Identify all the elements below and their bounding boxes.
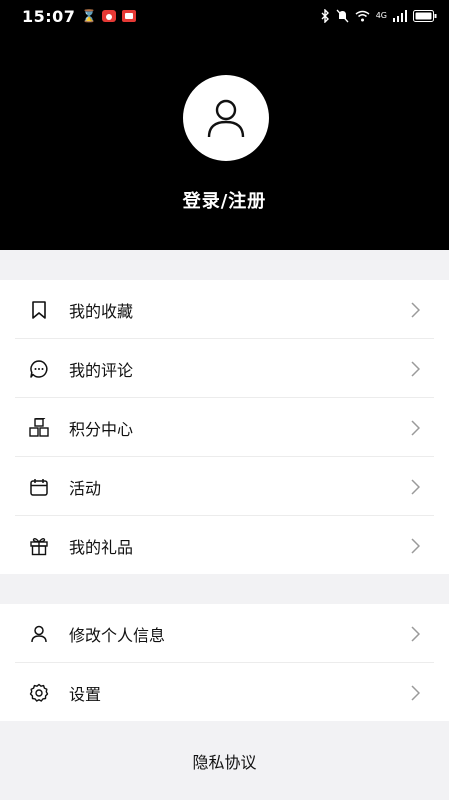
comment-icon [28,358,50,380]
menu-item-label: 我的评论 [69,360,134,380]
login-register-link[interactable]: 登录/注册 [0,187,449,213]
cubes-icon [28,417,50,439]
menu-group-primary: 我的收藏 我的评论 积分中心 活动 我的礼品 [0,280,449,574]
wifi-icon [355,10,370,22]
menu-item-edit-profile[interactable]: 修改个人信息 [0,604,449,663]
status-time: 15:07 [22,6,76,26]
avatar[interactable] [183,75,269,161]
bookmark-icon [28,299,50,321]
menu-item-favorites[interactable]: 我的收藏 [0,280,449,339]
status-right: 4G [321,9,437,23]
signal-icon [393,10,407,22]
user-avatar-icon [207,99,245,138]
chevron-right-icon [409,301,421,319]
mute-bell-icon [336,9,349,23]
hourglass-icon: ⌛ [81,9,97,23]
gift-icon [28,535,50,557]
menu-item-activities[interactable]: 活动 [0,457,449,516]
menu-item-label: 我的收藏 [69,301,134,321]
menu-item-label: 设置 [69,684,102,704]
menu-item-label: 修改个人信息 [69,625,166,645]
battery-icon [413,10,437,22]
chevron-right-icon [409,419,421,437]
chevron-right-icon [409,360,421,378]
menu-item-points-center[interactable]: 积分中心 [0,398,449,457]
message-notification-icon [122,10,137,22]
profile-screen: 15:07 ⌛ 4G 登录/注册 我的收藏 我的评论 积分中心 活动 我的礼品 … [0,0,449,800]
menu-group-secondary: 修改个人信息 设置 [0,604,449,721]
menu-item-label: 我的礼品 [69,537,134,557]
menu-item-settings[interactable]: 设置 [0,663,449,722]
menu-item-label: 活动 [69,478,102,498]
status-left: 15:07 ⌛ [22,6,137,26]
chevron-right-icon [409,684,421,702]
profile-header: 登录/注册 [0,32,449,250]
calendar-icon [28,476,50,498]
app-notification-icon [102,7,117,26]
privacy-policy-link[interactable]: 隐私协议 [0,721,449,800]
status-bar: 15:07 ⌛ 4G [0,0,449,32]
user-icon [28,623,50,645]
network-type: 4G [375,11,387,20]
chevron-right-icon [409,625,421,643]
chevron-right-icon [409,537,421,555]
menu-item-gifts[interactable]: 我的礼品 [0,516,449,575]
menu-item-label: 积分中心 [69,419,134,439]
menu-item-comments[interactable]: 我的评论 [0,339,449,398]
chevron-right-icon [409,478,421,496]
bluetooth-icon [321,9,330,23]
gear-icon [28,682,50,704]
